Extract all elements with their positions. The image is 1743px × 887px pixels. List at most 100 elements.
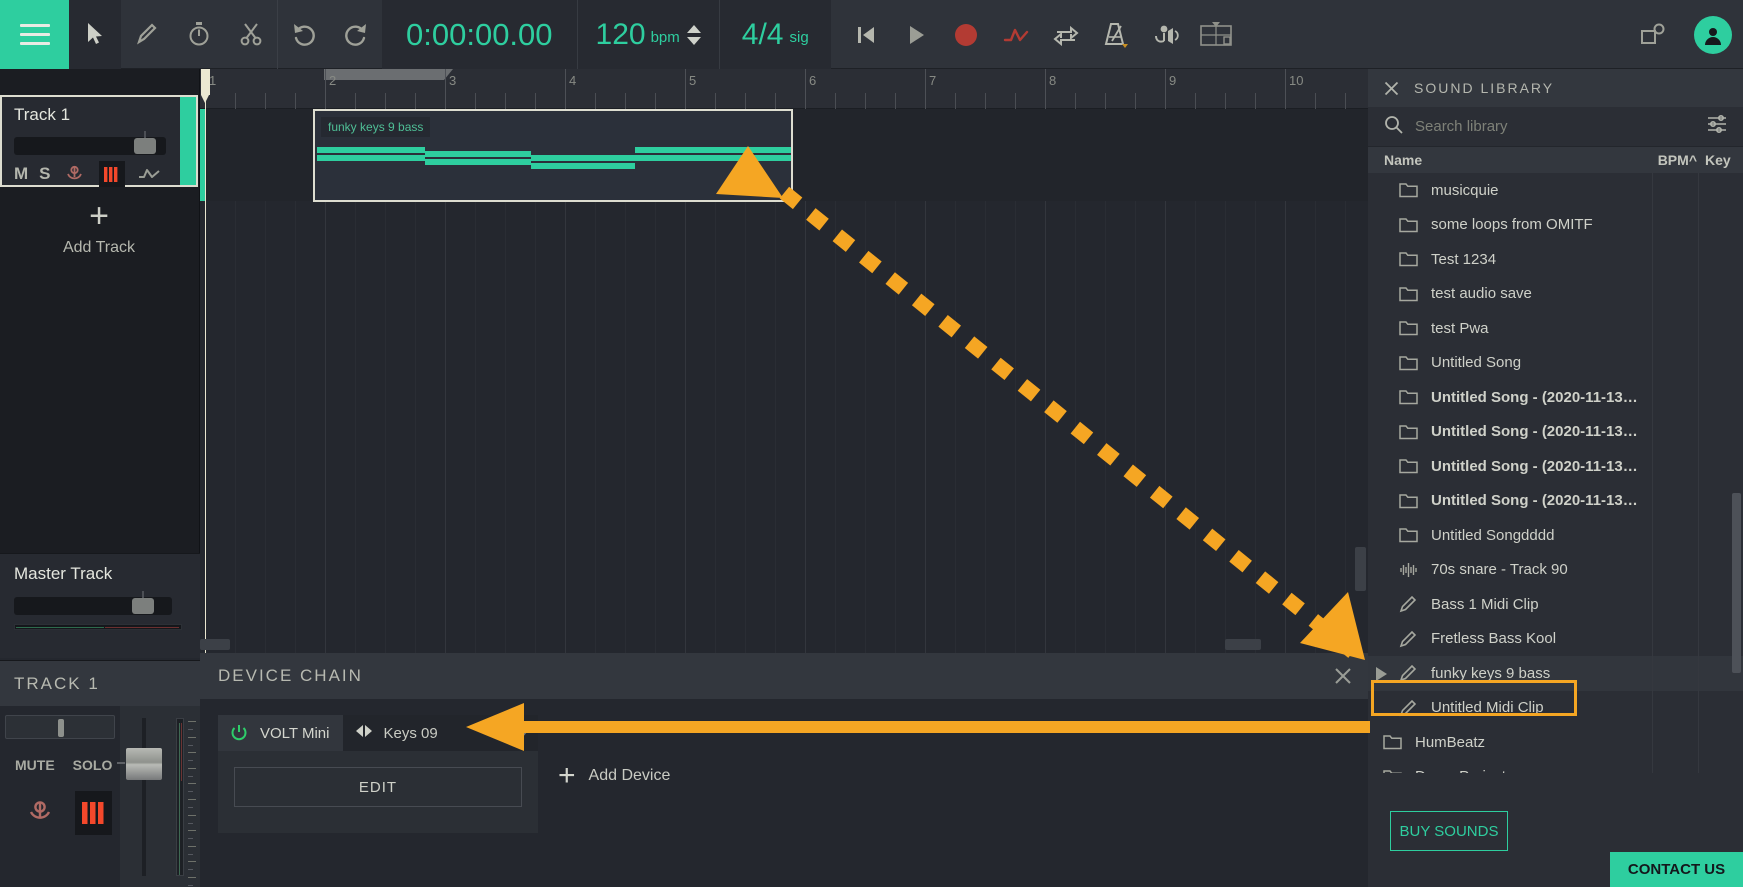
pointer-tool[interactable]	[69, 0, 121, 69]
redo-icon[interactable]	[330, 0, 382, 69]
mixer-mute-button[interactable]: MUTE	[15, 757, 55, 773]
library-item[interactable]: test audio save	[1368, 277, 1743, 312]
library-item[interactable]: Untitled Song - (2020-11-13…	[1368, 484, 1743, 519]
timeline-ruler[interactable]: 1 2 3 4 5 6 7 8 9 10	[200, 69, 1368, 109]
automation-zigzag-icon[interactable]	[991, 0, 1041, 69]
clip-funky-keys-9-bass[interactable]: funky keys 9 bass	[313, 109, 793, 202]
scissors-icon[interactable]	[225, 0, 277, 69]
play-icon[interactable]	[891, 0, 941, 69]
library-item[interactable]: Untitled Songdddd	[1368, 518, 1743, 553]
library-item-selected[interactable]: funky keys 9 bass	[1368, 656, 1743, 691]
skip-back-icon[interactable]	[841, 0, 891, 69]
count-in-speaker-icon[interactable]	[1141, 0, 1191, 69]
master-track-panel[interactable]: Master Track	[0, 553, 200, 658]
pan-knob[interactable]	[58, 719, 64, 737]
play-triangle-icon[interactable]	[1376, 667, 1387, 681]
library-item[interactable]: test Pwa	[1368, 311, 1743, 346]
device-edit-button[interactable]: EDIT	[234, 767, 522, 807]
ruler-beat-tick	[1225, 93, 1226, 109]
library-item[interactable]: Untitled Song	[1368, 346, 1743, 381]
track-header-body: Track 1 M S	[2, 97, 180, 187]
mixer-solo-button[interactable]: SOLO	[73, 757, 113, 773]
column-header-key[interactable]: Key	[1697, 152, 1743, 168]
track-name[interactable]: Track 1	[14, 105, 168, 125]
piano-keys-icon[interactable]	[74, 791, 112, 835]
record-circle-icon[interactable]	[941, 0, 991, 69]
loop-region-bar[interactable]	[324, 69, 453, 80]
automation-zigzag-icon[interactable]	[136, 161, 162, 187]
library-item[interactable]: Fretless Bass Kool	[1368, 622, 1743, 657]
power-button-icon[interactable]	[218, 715, 260, 751]
microphone-icon[interactable]	[21, 791, 59, 835]
device-volt-mini[interactable]: VOLT Mini Keys 09 EDIT	[218, 715, 538, 833]
midi-note	[531, 155, 635, 161]
column-header-bpm[interactable]: BPM^	[1643, 152, 1697, 168]
volume-fader[interactable]	[126, 748, 162, 780]
db-scale-tick-minor	[188, 838, 193, 840]
pan-slider[interactable]	[5, 715, 115, 739]
buy-sounds-button[interactable]: BUY SOUNDS	[1390, 811, 1508, 851]
piano-keys-icon[interactable]	[98, 161, 125, 187]
library-item[interactable]: Untitled Song - (2020-11-13…	[1368, 380, 1743, 415]
library-item[interactable]: Demo Projects	[1368, 760, 1743, 773]
add-device-button[interactable]: + Add Device	[558, 761, 670, 791]
timeline-vertical-scrollbar[interactable]	[1355, 547, 1366, 591]
library-list[interactable]: musicquie some loops from OMITF Test 1234 t…	[1368, 173, 1743, 773]
undo-icon[interactable]	[278, 0, 330, 69]
library-item[interactable]: musicquie	[1368, 173, 1743, 208]
mixer-window-icon[interactable]	[1191, 0, 1241, 69]
midi-note	[425, 159, 531, 165]
metronome-icon[interactable]	[1091, 0, 1141, 69]
contact-us-button[interactable]: CONTACT US	[1610, 852, 1743, 887]
stopwatch-icon[interactable]	[173, 0, 225, 69]
library-item[interactable]: Bass 1 Midi Clip	[1368, 587, 1743, 622]
master-volume-slider[interactable]	[14, 591, 172, 615]
close-x-icon[interactable]	[1383, 80, 1400, 97]
pencil-icon[interactable]	[121, 0, 173, 69]
ruler-beat-tick	[955, 93, 956, 109]
track-header-track-1[interactable]: Track 1 M S	[0, 95, 198, 187]
share-export-icon[interactable]	[1623, 0, 1683, 69]
library-scrollbar[interactable]	[1732, 493, 1741, 673]
sound-library-header: SOUND LIBRARY	[1368, 69, 1743, 107]
track-solo-button[interactable]: S	[39, 164, 50, 184]
time-signature-control[interactable]: 4/4 sig	[718, 0, 831, 69]
hamburger-menu-icon[interactable]	[0, 0, 69, 69]
time-display[interactable]: 0:00:00.00	[382, 0, 577, 69]
loop-icon[interactable]	[1041, 0, 1091, 69]
bpm-value: 120	[595, 17, 646, 51]
meter-green-segment	[16, 627, 104, 628]
library-item[interactable]: 70s snare - Track 90	[1368, 553, 1743, 588]
timeline-area[interactable]: 1 2 3 4 5 6 7 8 9 10 funky keys 9 bass	[200, 69, 1368, 653]
slider-knob[interactable]	[134, 138, 156, 154]
library-item[interactable]: Test 1234	[1368, 242, 1743, 277]
library-item[interactable]: Untitled Song - (2020-11-13…	[1368, 415, 1743, 450]
close-x-icon[interactable]	[1332, 665, 1354, 687]
slider-knob[interactable]	[132, 598, 154, 614]
user-avatar-icon[interactable]	[1683, 0, 1743, 69]
timeline-horizontal-scrollbar-left[interactable]	[200, 639, 230, 650]
timeline-horizontal-scrollbar[interactable]	[1225, 639, 1261, 650]
library-item[interactable]: HumBeatz	[1368, 725, 1743, 760]
library-item-label: funky keys 9 bass	[1431, 664, 1551, 682]
add-track-button[interactable]: + Add Track	[0, 199, 198, 257]
track-volume-slider[interactable]	[14, 131, 166, 155]
column-header-name[interactable]: Name	[1368, 152, 1643, 168]
preset-prev-next-icon[interactable]	[355, 724, 373, 743]
library-item[interactable]: Untitled Midi Clip	[1368, 691, 1743, 726]
playhead-marker[interactable]	[201, 69, 210, 103]
search-input[interactable]: Search library	[1415, 118, 1695, 135]
bpm-control[interactable]: 120 bpm	[576, 0, 719, 69]
track-mute-button[interactable]: M	[14, 164, 28, 184]
chevron-down-icon[interactable]	[516, 731, 528, 738]
library-item[interactable]: some loops from OMITF	[1368, 208, 1743, 243]
bpm-stepper[interactable]	[686, 24, 701, 45]
microphone-icon[interactable]	[62, 161, 88, 187]
device-preset-selector[interactable]: Keys 09	[343, 724, 438, 743]
filter-sliders-icon[interactable]	[1707, 114, 1727, 139]
ruler-beat-tick	[745, 93, 746, 109]
time-signature-label: sig	[789, 29, 809, 46]
master-level-meter	[14, 624, 182, 630]
ruler-bar-label: 1	[209, 73, 217, 88]
library-item[interactable]: Untitled Song - (2020-11-13…	[1368, 449, 1743, 484]
